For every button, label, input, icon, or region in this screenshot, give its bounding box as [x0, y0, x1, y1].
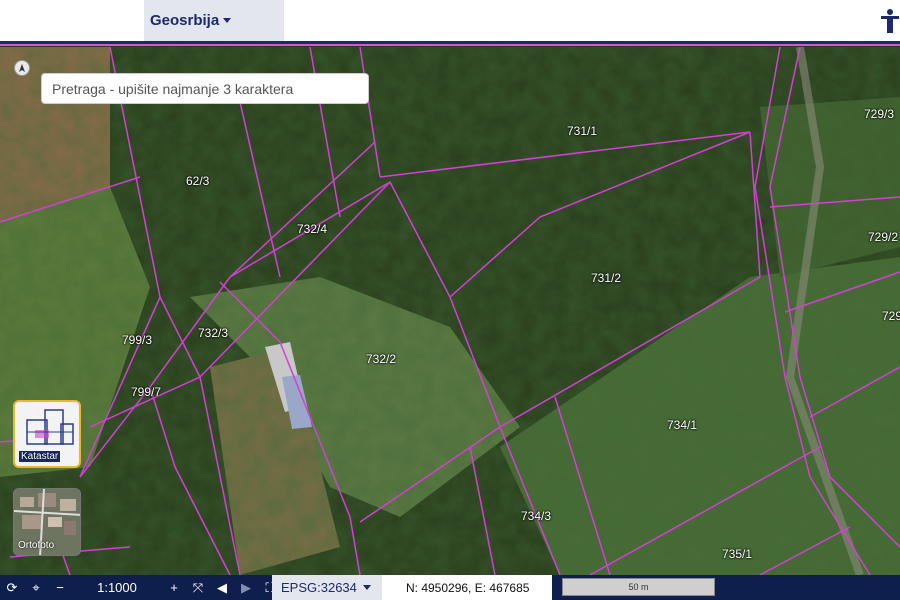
- orthophoto-layer: [0, 47, 900, 575]
- ortofoto-layer-button[interactable]: Ortofoto: [13, 488, 81, 556]
- parcel-label[interactable]: 732/3: [198, 326, 228, 340]
- parcel-label[interactable]: 62/3: [186, 174, 209, 188]
- top-navigation-bar: Geosrbija: [0, 0, 900, 46]
- parcel-label[interactable]: 732/2: [366, 352, 396, 366]
- locate-icon[interactable]: ⌖: [24, 575, 48, 600]
- katastar-label: Katastar: [19, 451, 61, 462]
- scale-bar: 50 m: [562, 578, 715, 596]
- parcel-label[interactable]: 729/3: [864, 107, 894, 121]
- next-icon[interactable]: ▶: [234, 575, 258, 600]
- north-arrow-icon[interactable]: [14, 60, 30, 76]
- zoom-out-icon[interactable]: −: [48, 575, 72, 600]
- fit-extent-icon[interactable]: ⤧: [186, 575, 210, 600]
- accessibility-icon[interactable]: [880, 8, 900, 34]
- parcel-label[interactable]: 734/3: [521, 509, 551, 523]
- previous-icon[interactable]: ◀: [210, 575, 234, 600]
- search-input[interactable]: [41, 73, 369, 104]
- coordinate-readout: N: 4950296, E: 467685: [382, 575, 552, 600]
- parcel-label[interactable]: 734/1: [667, 418, 697, 432]
- zoom-in-icon[interactable]: +: [162, 575, 186, 600]
- projection-select[interactable]: EPSG:32634: [272, 575, 382, 600]
- katastar-layer-button[interactable]: Katastar: [13, 400, 81, 468]
- map-canvas[interactable]: [0, 47, 900, 575]
- chevron-down-icon: [223, 18, 232, 23]
- parcel-label[interactable]: 729/2: [868, 230, 898, 244]
- ortofoto-label: Ortofoto: [18, 540, 55, 551]
- projection-value: EPSG:32634: [281, 580, 357, 595]
- header-divider: [0, 44, 900, 46]
- bottom-toolbar: ⟳ ⌖ − 1:1000 + ⤧ ◀ ▶ ⛶ EPSG:32634 N: 495…: [0, 575, 900, 600]
- chevron-down-icon: [362, 585, 371, 590]
- scale-value[interactable]: 1:1000: [72, 580, 162, 595]
- cadastre-icon: [26, 409, 74, 445]
- geosrbija-menu-label: Geosrbija: [150, 12, 220, 29]
- parcel-label[interactable]: 799/3: [122, 333, 152, 347]
- parcel-label[interactable]: 731/1: [567, 124, 597, 138]
- refresh-icon[interactable]: ⟳: [0, 575, 24, 600]
- parcel-label[interactable]: 799/7: [131, 385, 161, 399]
- geosrbija-menu[interactable]: Geosrbija: [144, 0, 284, 41]
- parcel-label[interactable]: 729: [882, 309, 900, 323]
- parcel-label[interactable]: 732/4: [297, 222, 327, 236]
- parcel-label[interactable]: 735/1: [722, 547, 752, 561]
- parcel-label[interactable]: 731/2: [591, 271, 621, 285]
